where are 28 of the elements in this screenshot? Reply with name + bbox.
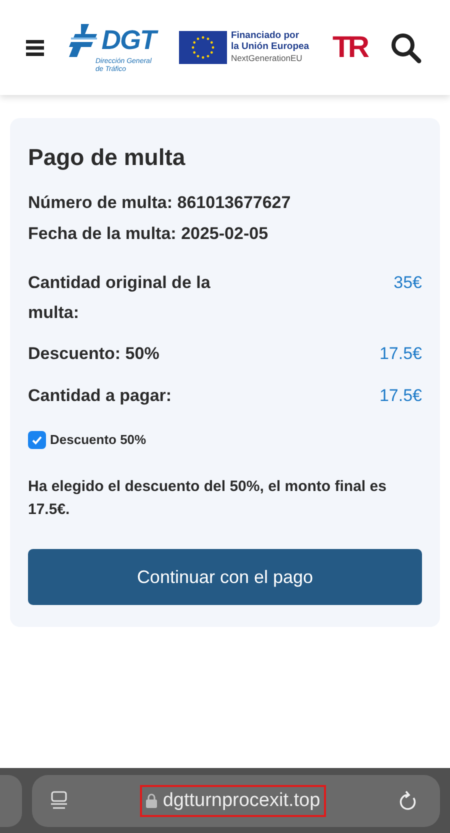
search-icon[interactable]: [390, 32, 422, 64]
checkbox-label: Descuento 50%: [50, 432, 146, 448]
amount-value: 35€: [394, 272, 422, 294]
url-text: dgtturnprocexit.top: [162, 790, 320, 812]
amount-label: Cantidad original de la multa:: [28, 272, 212, 324]
reload-icon[interactable]: [398, 790, 418, 812]
amount-label: Cantidad a pagar:: [28, 385, 172, 408]
logo-text: TR: [332, 30, 367, 64]
card-title: Pago de multa: [28, 144, 186, 171]
cross-icon: [67, 22, 100, 58]
logo-text: NextGenerationEU: [230, 53, 304, 64]
logo-text: Financiado por: [230, 31, 300, 42]
amount-label: Descuento: 50%: [28, 343, 160, 366]
summary-message: Ha elegido el descuento del 50%, el monto final es 17.5€.: [28, 476, 388, 520]
check-icon: [31, 434, 43, 446]
amount-value: 17.5€: [379, 385, 422, 408]
menu-icon[interactable]: [26, 40, 44, 56]
address-bar[interactable]: dgtturnprocexit.top: [32, 774, 440, 826]
detail-text: Número de multa: 861013677627: [28, 192, 292, 214]
flag-icon: [178, 31, 227, 64]
logo-text: la Unión Europea: [230, 42, 310, 54]
continue-button[interactable]: Continuar con el pago: [28, 549, 422, 606]
discount-checkbox[interactable]: [28, 430, 46, 449]
lock-icon: [146, 793, 157, 808]
page-icon[interactable]: [50, 790, 68, 810]
amount-value: 17.5€: [379, 343, 422, 366]
logo-text: DGT: [101, 26, 156, 54]
detail-text: Fecha de la multa: 2025-02-05: [28, 223, 270, 246]
